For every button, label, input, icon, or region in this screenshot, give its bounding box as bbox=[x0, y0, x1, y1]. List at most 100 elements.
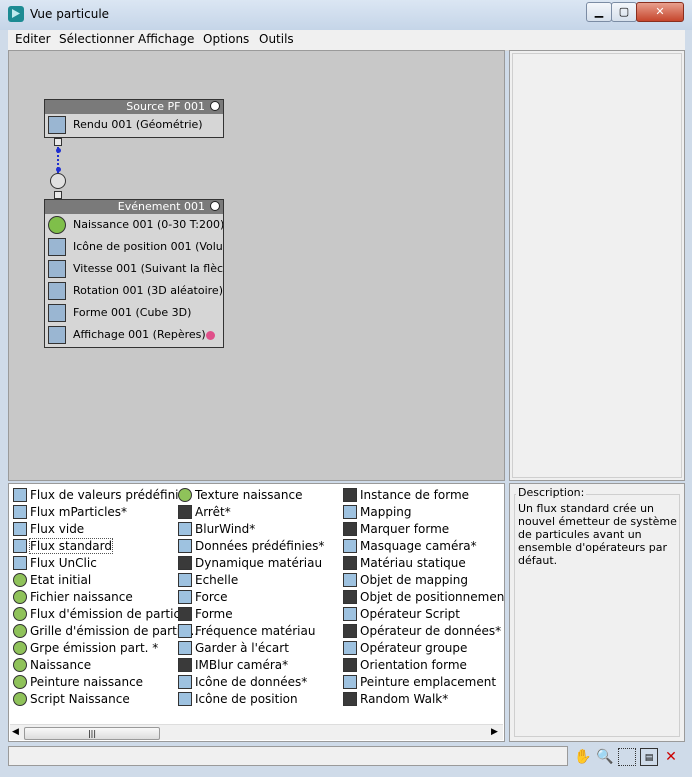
depot-item[interactable]: Instance de forme bbox=[341, 487, 501, 504]
depot-item[interactable]: IMBlur caméra* bbox=[176, 657, 341, 674]
app-icon bbox=[8, 6, 24, 22]
particle-view-canvas[interactable]: Source PF 001 Rendu 001 (Géométrie) Evén… bbox=[8, 50, 505, 481]
event-row-label: Icône de position 001 (Volu... bbox=[73, 240, 223, 253]
depot-item[interactable]: Icône de données* bbox=[176, 674, 341, 691]
depot-item[interactable]: Flux vide bbox=[11, 521, 176, 538]
event-node[interactable]: Evénement 001 Naissance 001 (0-30 T:200)… bbox=[44, 199, 224, 348]
depot-item[interactable]: Opérateur groupe bbox=[341, 640, 501, 657]
depot-item[interactable]: BlurWind* bbox=[176, 521, 341, 538]
depot-item[interactable]: Arrêt* bbox=[176, 504, 341, 521]
event-row-rotation[interactable]: Rotation 001 (3D aléatoire) bbox=[45, 280, 223, 302]
operator-icon bbox=[178, 658, 192, 672]
depot-item[interactable]: Garder à l'écart bbox=[176, 640, 341, 657]
display-color-swatch[interactable] bbox=[206, 331, 215, 340]
event-row-birth[interactable]: Naissance 001 (0-30 T:200) bbox=[45, 214, 223, 236]
menu-affichage[interactable]: Affichage bbox=[138, 32, 194, 46]
depot-item[interactable]: Flux standard bbox=[11, 538, 176, 555]
source-node-title: Source PF 001 bbox=[126, 100, 205, 113]
depot-item[interactable]: Naissance bbox=[11, 657, 176, 674]
depot-item[interactable]: Flux d'émission de partic... bbox=[11, 606, 191, 623]
depot-item[interactable]: Dynamique matériau bbox=[176, 555, 341, 572]
depot-list[interactable]: Flux de valeurs prédéfinies Flux mParticl… bbox=[8, 483, 505, 742]
zoom-region-icon[interactable] bbox=[618, 748, 636, 766]
menu-bar: Editer Sélectionner Affichage Options Ou… bbox=[8, 30, 685, 51]
event-node-header[interactable]: Evénement 001 bbox=[45, 200, 223, 214]
depot-item[interactable]: Orientation forme bbox=[341, 657, 501, 674]
operator-icon bbox=[343, 573, 357, 587]
depot-item[interactable]: Random Walk* bbox=[341, 691, 501, 708]
event-row-label: Naissance 001 (0-30 T:200) bbox=[73, 218, 223, 231]
depot-item[interactable]: Opérateur de données* bbox=[341, 623, 501, 640]
depot-item[interactable]: Peinture naissance bbox=[11, 674, 176, 691]
depot-item[interactable]: Force bbox=[176, 589, 341, 606]
depot-item[interactable]: Grpe émission part. * bbox=[11, 640, 176, 657]
operator-icon bbox=[343, 607, 357, 621]
operator-icon bbox=[178, 624, 192, 638]
depot-item[interactable]: Flux UnClic bbox=[11, 555, 176, 572]
lightbulb-icon[interactable] bbox=[210, 101, 220, 111]
shape-icon bbox=[48, 304, 66, 322]
depot-item[interactable]: Flux de valeurs prédéfinies bbox=[11, 487, 192, 504]
operator-icon bbox=[13, 556, 27, 570]
pan-hand-icon[interactable]: ✋ bbox=[574, 748, 592, 766]
depot-item-label: Opérateur Script bbox=[360, 607, 460, 621]
event-row-label: Forme 001 (Cube 3D) bbox=[73, 306, 192, 319]
operator-icon bbox=[343, 641, 357, 655]
event-row-position[interactable]: Icône de position 001 (Volu... bbox=[45, 236, 223, 258]
depot-item-label: Icône de position bbox=[195, 692, 298, 706]
wire-dot bbox=[56, 167, 61, 172]
depot-item[interactable]: Echelle bbox=[176, 572, 341, 589]
menu-outils[interactable]: Outils bbox=[259, 32, 294, 46]
depot-item[interactable]: Fréquence matériau bbox=[176, 623, 341, 640]
depot-item[interactable]: Peinture emplacement bbox=[341, 674, 501, 691]
depot-item[interactable]: Opérateur Script bbox=[341, 606, 501, 623]
depot-item[interactable]: Script Naissance bbox=[11, 691, 176, 708]
depot-item[interactable]: Matériau statique bbox=[341, 555, 501, 572]
display-icon bbox=[48, 326, 66, 344]
depot-item[interactable]: Texture naissance bbox=[176, 487, 341, 504]
depot-item[interactable]: Etat initial bbox=[11, 572, 176, 589]
source-node-header[interactable]: Source PF 001 bbox=[45, 100, 223, 114]
close-button[interactable]: ✕ bbox=[636, 2, 684, 22]
depot-item[interactable]: Données prédéfinies* bbox=[176, 538, 341, 555]
depot-item[interactable]: Marquer forme bbox=[341, 521, 501, 538]
status-bar bbox=[8, 746, 568, 766]
horizontal-scrollbar[interactable]: ◀ ||| ▶ bbox=[10, 724, 503, 740]
lightbulb-icon[interactable] bbox=[210, 201, 220, 211]
source-node[interactable]: Source PF 001 Rendu 001 (Géométrie) bbox=[44, 99, 224, 138]
source-row-render[interactable]: Rendu 001 (Géométrie) bbox=[45, 114, 223, 136]
depot-item[interactable]: Objet de positionnement bbox=[341, 589, 504, 606]
event-row-shape[interactable]: Forme 001 (Cube 3D) bbox=[45, 302, 223, 324]
operator-icon bbox=[178, 675, 192, 689]
no-zoom-icon[interactable]: ✕ bbox=[662, 748, 680, 766]
event-row-label: Affichage 001 (Repères) bbox=[73, 328, 206, 341]
menu-options[interactable]: Options bbox=[203, 32, 249, 46]
zoom-extents-icon[interactable]: ▤ bbox=[640, 748, 658, 766]
depot-item[interactable]: Fichier naissance bbox=[11, 589, 176, 606]
depot-item[interactable]: Icône de position bbox=[176, 691, 341, 708]
event-row-label: Vitesse 001 (Suivant la flèc... bbox=[73, 262, 223, 275]
zoom-icon[interactable]: 🔍 bbox=[596, 748, 614, 766]
depot-item[interactable]: Flux mParticles* bbox=[11, 504, 176, 521]
scroll-left-icon[interactable]: ◀ bbox=[12, 727, 22, 737]
output-connector[interactable] bbox=[54, 138, 62, 146]
depot-item[interactable]: Masquage caméra* bbox=[341, 538, 501, 555]
input-connector[interactable] bbox=[50, 173, 66, 189]
depot-item[interactable]: Grille d'émission de partic... bbox=[11, 623, 198, 640]
event-input-connector[interactable] bbox=[54, 191, 62, 199]
parameters-panel bbox=[509, 50, 685, 481]
scroll-right-icon[interactable]: ▶ bbox=[491, 727, 501, 737]
depot-item[interactable]: Forme bbox=[176, 606, 341, 623]
depot-item[interactable]: Mapping bbox=[341, 504, 501, 521]
menu-editer[interactable]: Editer bbox=[15, 32, 51, 46]
birth-icon bbox=[48, 216, 66, 234]
depot-item[interactable]: Objet de mapping bbox=[341, 572, 501, 589]
event-row-speed[interactable]: Vitesse 001 (Suivant la flèc... bbox=[45, 258, 223, 280]
maximize-button[interactable]: ▢ bbox=[611, 2, 637, 22]
depot-item-label: Instance de forme bbox=[360, 488, 470, 502]
minimize-button[interactable]: ▁ bbox=[586, 2, 612, 22]
depot-item-label: Flux standard bbox=[29, 538, 113, 554]
scroll-thumb[interactable]: ||| bbox=[24, 727, 160, 740]
event-row-display[interactable]: Affichage 001 (Repères) bbox=[45, 324, 223, 346]
menu-selectionner[interactable]: Sélectionner bbox=[59, 32, 134, 46]
